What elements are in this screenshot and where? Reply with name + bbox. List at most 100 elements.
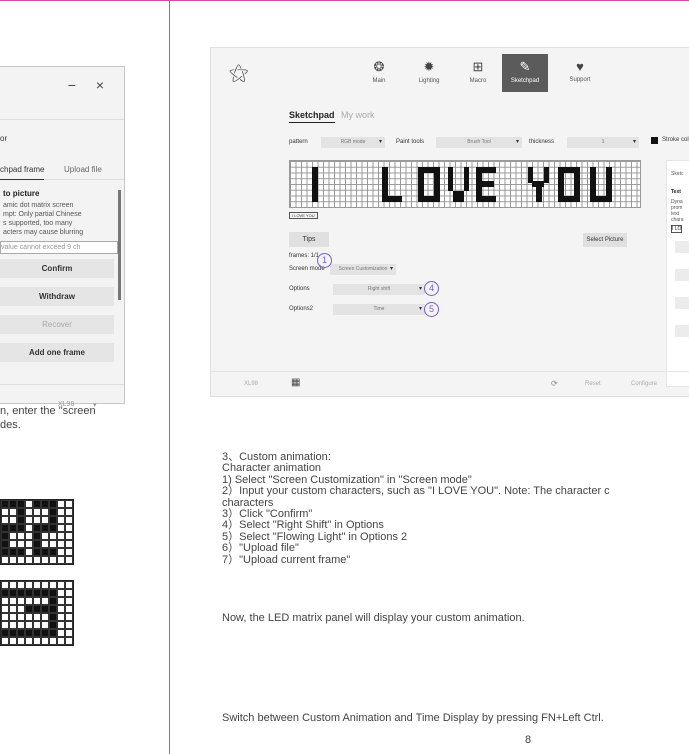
matrix-cell xyxy=(1,516,9,524)
panel-input[interactable]: I LO xyxy=(671,225,683,233)
pattern-select[interactable]: RGB mode xyxy=(321,137,385,148)
matrix-cell xyxy=(65,589,73,597)
matrix-cell xyxy=(41,516,49,524)
window-controls[interactable]: − × xyxy=(68,77,112,93)
matrix-cell xyxy=(41,637,49,645)
settings-dialog: − × or chpad frame Upload file to pictur… xyxy=(0,66,125,409)
screen-mode-select[interactable]: Screen Customization xyxy=(330,264,396,275)
stroke-color-swatch[interactable] xyxy=(651,137,658,144)
stroke-color-label: Stroke col xyxy=(662,137,689,143)
tab-sketchpad[interactable]: Sketchpad xyxy=(289,110,335,123)
matrix-cell xyxy=(57,516,65,524)
matrix-cell xyxy=(65,500,73,508)
matrix-cell xyxy=(1,508,9,516)
desc-line: acters may cause blurring xyxy=(3,229,84,236)
matrix-cell xyxy=(65,516,73,524)
scrollbar[interactable] xyxy=(118,190,121,300)
tab-upload-file[interactable]: Upload file xyxy=(64,165,102,174)
keyboard-icon[interactable]: ▦ xyxy=(291,377,300,388)
led-canvas[interactable] xyxy=(289,160,641,208)
nav-macro[interactable]: ⊞ Macro xyxy=(455,54,501,92)
dot-matrix-example-top xyxy=(0,499,74,565)
frames-label: frames: 1/1 xyxy=(289,253,320,259)
matrix-cell xyxy=(57,540,65,548)
panel-button[interactable] xyxy=(675,297,689,309)
panel-button[interactable] xyxy=(675,269,689,281)
matrix-cell xyxy=(49,516,57,524)
page-number: 8 xyxy=(525,734,532,746)
options-select[interactable]: Right shift xyxy=(333,284,425,295)
nav-main[interactable]: ❂ Main xyxy=(356,54,402,92)
matrix-cell xyxy=(49,548,57,556)
nav-lighting[interactable]: ✹ Lighting xyxy=(406,54,452,92)
tips-button[interactable]: Tips xyxy=(289,232,329,247)
matrix-cell xyxy=(57,548,65,556)
withdraw-button[interactable]: Withdraw xyxy=(0,287,114,306)
matrix-cell xyxy=(33,532,41,540)
configure-button[interactable]: Configure xyxy=(631,381,657,387)
character-input[interactable]: value cannot exceed 9 ch xyxy=(0,241,118,254)
matrix-cell xyxy=(9,621,17,629)
matrix-cell xyxy=(41,597,49,605)
paint-tool-select[interactable]: Brush Tool xyxy=(436,137,522,148)
matrix-cell xyxy=(65,613,73,621)
tab-sketchpad-frame[interactable]: chpad frame xyxy=(0,165,45,180)
options2-select[interactable]: Time xyxy=(333,304,425,315)
matrix-cell xyxy=(49,589,57,597)
matrix-cell xyxy=(9,532,17,540)
matrix-cell xyxy=(49,605,57,613)
paint-tools-label: Paint tools xyxy=(396,139,425,145)
matrix-cell xyxy=(17,540,25,548)
matrix-cell xyxy=(9,613,17,621)
matrix-cell xyxy=(9,500,17,508)
desc-line: amic dot matrix screen xyxy=(3,202,74,209)
matrix-cell xyxy=(9,556,17,564)
step-line: 7）"Upload current frame" xyxy=(222,553,351,566)
screen-mode-label: Screen mode xyxy=(289,266,325,272)
matrix-cell xyxy=(25,613,33,621)
matrix-cell xyxy=(65,524,73,532)
nav-support[interactable]: ♥ Support xyxy=(557,54,603,92)
matrix-cell xyxy=(41,629,49,637)
matrix-cell xyxy=(25,581,33,589)
matrix-cell xyxy=(33,556,41,564)
thickness-label: thickness xyxy=(529,139,555,145)
recover-button[interactable]: Recover xyxy=(0,315,114,334)
matrix-cell xyxy=(9,508,17,516)
nav-sketchpad[interactable]: ✎ Sketchpad xyxy=(502,54,548,92)
matrix-cell xyxy=(33,500,41,508)
matrix-cell xyxy=(65,581,73,589)
thickness-select[interactable]: 1 xyxy=(567,137,639,148)
dialog-footer-divider xyxy=(0,384,124,385)
panel-button[interactable] xyxy=(675,325,689,337)
matrix-cell xyxy=(41,605,49,613)
select-picture-button[interactable]: Select Picture xyxy=(583,233,627,247)
matrix-cell xyxy=(49,556,57,564)
refresh-icon[interactable]: ⟳ xyxy=(551,379,558,388)
matrix-cell xyxy=(9,540,17,548)
matrix-cell xyxy=(49,597,57,605)
matrix-cell xyxy=(17,605,25,613)
gear-icon: ❂ xyxy=(373,59,385,74)
confirm-button[interactable]: Confirm xyxy=(0,259,114,278)
matrix-cell xyxy=(41,589,49,597)
matrix-cell xyxy=(33,589,41,597)
nav-label: Lighting xyxy=(418,78,440,84)
matrix-cell xyxy=(65,540,73,548)
matrix-cell xyxy=(65,621,73,629)
step-marker: 1 xyxy=(317,253,332,268)
matrix-cell xyxy=(33,548,41,556)
reset-button[interactable]: Reset xyxy=(585,381,601,387)
matrix-cell xyxy=(1,613,9,621)
add-frame-button[interactable]: Add one frame xyxy=(0,343,114,362)
matrix-cell xyxy=(1,637,9,645)
panel-button[interactable] xyxy=(675,241,689,253)
matrix-cell xyxy=(57,524,65,532)
matrix-cell xyxy=(57,581,65,589)
tab-my-work[interactable]: My work xyxy=(341,110,375,120)
matrix-cell xyxy=(1,605,9,613)
matrix-cell xyxy=(49,581,57,589)
nav-label: Sketchpad xyxy=(510,78,540,84)
matrix-cell xyxy=(17,637,25,645)
matrix-cell xyxy=(1,524,9,532)
